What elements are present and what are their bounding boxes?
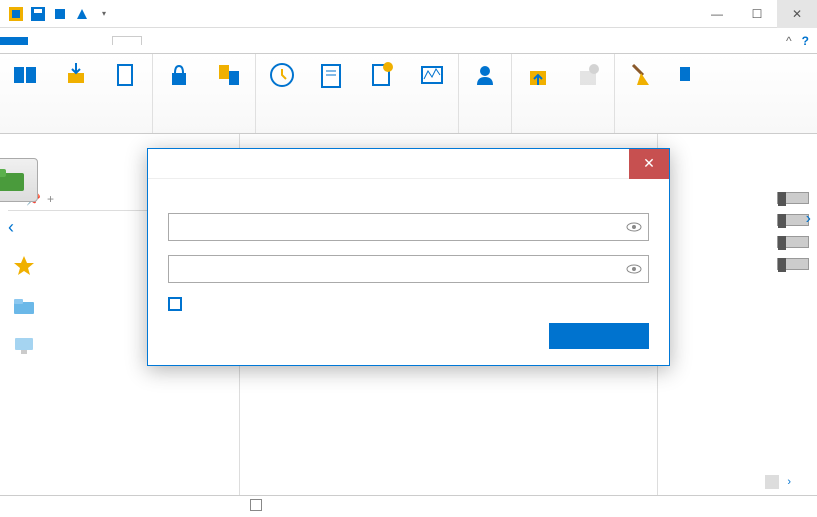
- menu-view[interactable]: [170, 37, 198, 45]
- pc-icon: [12, 334, 36, 358]
- folder-green-icon: [0, 165, 28, 195]
- reveal-password-icon-2[interactable]: [625, 260, 643, 278]
- lock-icon: [164, 60, 194, 90]
- selfextract-icon: [61, 60, 91, 90]
- app-icon: [8, 6, 24, 22]
- menu-create[interactable]: [28, 37, 56, 45]
- share-icon[interactable]: [52, 6, 68, 22]
- convert-pdf-row: ›: [765, 475, 791, 489]
- ok-button[interactable]: [549, 323, 649, 349]
- ribbon: [0, 54, 817, 134]
- pdf-icon: [765, 475, 779, 489]
- ribbon-group-2: [153, 54, 256, 133]
- ribbon-lastoutput[interactable]: [258, 58, 306, 94]
- quick-access-toolbar: ▾: [0, 6, 120, 22]
- help-icon[interactable]: ?: [802, 34, 809, 48]
- toggle-row-4: [666, 258, 809, 270]
- menu-file[interactable]: [0, 37, 28, 45]
- titlebar: ▾ — ☐ ✕: [0, 0, 817, 28]
- toggle-1[interactable]: [777, 192, 809, 204]
- reenter-password-input[interactable]: [168, 255, 649, 283]
- ribbon-encrypt[interactable]: [155, 58, 203, 94]
- unziptry-icon: [523, 60, 553, 90]
- minimize-button[interactable]: —: [697, 0, 737, 28]
- toggle-row-1: [666, 192, 809, 204]
- menu-tools[interactable]: [112, 36, 142, 45]
- save-icon[interactable]: [30, 6, 46, 22]
- dialog-titlebar: ✕: [148, 149, 669, 179]
- menu-help[interactable]: [198, 37, 226, 45]
- menubar: ^ ?: [0, 28, 817, 54]
- window-controls: — ☐ ✕: [697, 0, 817, 28]
- multipart-icon: [11, 60, 41, 90]
- select-all-checkbox[interactable]: [250, 499, 262, 511]
- manage-icon: [470, 60, 500, 90]
- ribbon-uuencoded[interactable]: [102, 58, 150, 94]
- dialog-close-button[interactable]: ✕: [629, 149, 669, 179]
- properties-icon: [367, 60, 397, 90]
- folder-icon: [12, 294, 36, 318]
- verify-checkbox[interactable]: [168, 297, 182, 311]
- menu-buy[interactable]: [226, 37, 254, 45]
- ribbon-multipart[interactable]: [2, 58, 50, 94]
- menu-backup[interactable]: [84, 37, 112, 45]
- broom-icon: [626, 60, 656, 90]
- star-icon: [12, 254, 36, 278]
- ribbon-properties[interactable]: [358, 58, 406, 94]
- ribbon-group-6: [615, 54, 711, 133]
- ribbon-convert[interactable]: [205, 58, 253, 94]
- menu-copy[interactable]: [56, 37, 84, 45]
- ribbon-selfextract[interactable]: [52, 58, 100, 94]
- finddup-icon: [673, 60, 703, 90]
- zip-preview-box: [0, 158, 38, 202]
- ribbon-group-make: [0, 54, 153, 133]
- ribbon-cleanold[interactable]: [617, 58, 665, 94]
- collapse-ribbon-icon[interactable]: ^: [786, 34, 792, 48]
- tab-add[interactable]: +: [47, 192, 54, 206]
- ribbon-manage[interactable]: [461, 58, 509, 94]
- back-arrow-icon[interactable]: ‹: [8, 217, 14, 238]
- ribbon-diagnostics[interactable]: [408, 58, 456, 94]
- toggle-row-3: [666, 236, 809, 248]
- encrypt-dialog: ✕: [147, 148, 670, 366]
- dialog-body: [148, 179, 669, 365]
- ribbon-group-5: [512, 54, 615, 133]
- maximize-button[interactable]: ☐: [737, 0, 777, 28]
- toggle-2[interactable]: [777, 214, 809, 226]
- verify-password-row: [168, 297, 649, 311]
- ribbon-group-3: [256, 54, 459, 133]
- convert-icon: [214, 60, 244, 90]
- ribbon-unziptry[interactable]: [514, 58, 562, 94]
- uuencoded-icon: [111, 60, 141, 90]
- close-button[interactable]: ✕: [777, 0, 817, 28]
- dropdown-icon[interactable]: ▾: [96, 6, 112, 22]
- expand-right-icon[interactable]: ›: [806, 210, 811, 228]
- right-panel: [657, 134, 817, 495]
- toggle-3[interactable]: [777, 236, 809, 248]
- toggle-4[interactable]: [777, 258, 809, 270]
- comments-icon: [317, 60, 347, 90]
- diagnostics-icon: [417, 60, 447, 90]
- toggle-row-2: [666, 214, 809, 226]
- menu-settings[interactable]: [142, 37, 170, 45]
- statusbar: [0, 495, 817, 517]
- ribbon-unzipinstall[interactable]: [564, 58, 612, 94]
- reveal-password-icon[interactable]: [625, 218, 643, 236]
- send-icon[interactable]: [74, 6, 90, 22]
- ribbon-comments[interactable]: [308, 58, 356, 94]
- ribbon-finddup[interactable]: [667, 58, 709, 94]
- unzipinstall-icon: [573, 60, 603, 90]
- ribbon-group-4: [459, 54, 512, 133]
- clock-icon: [267, 60, 297, 90]
- enter-password-input[interactable]: [168, 213, 649, 241]
